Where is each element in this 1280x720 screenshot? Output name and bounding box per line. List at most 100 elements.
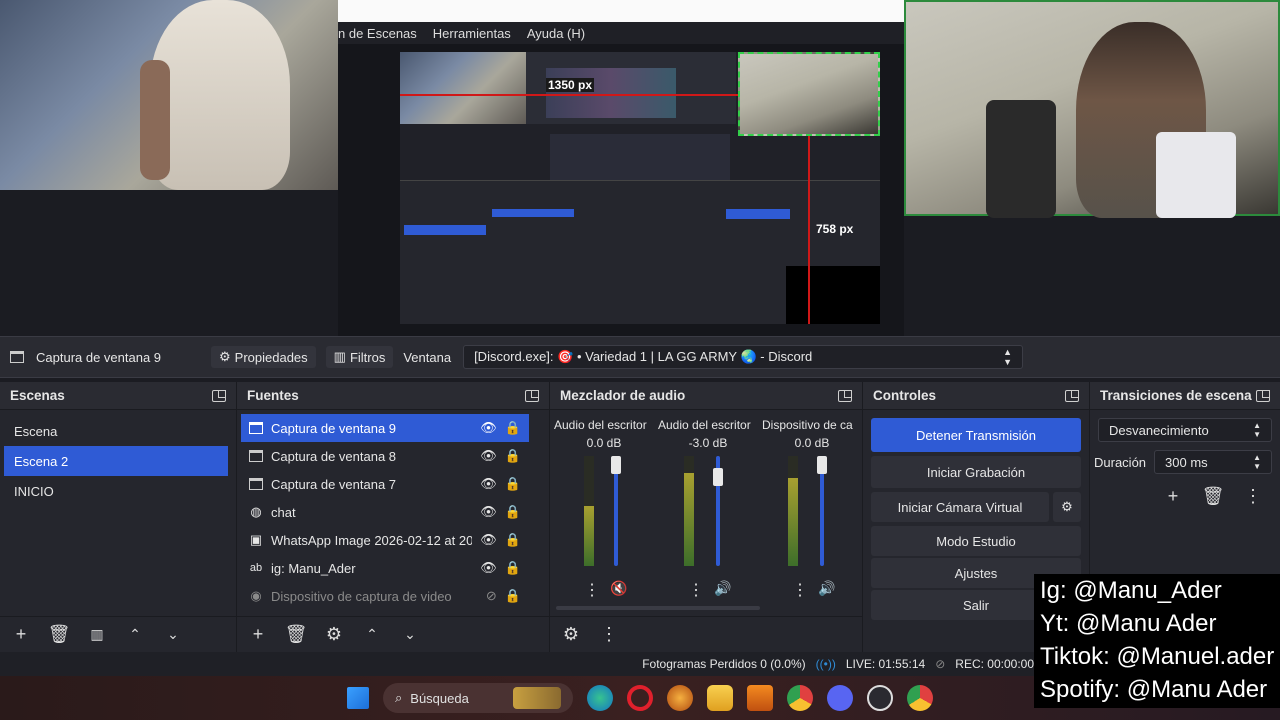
windows-start-icon[interactable] [347, 687, 369, 709]
gear-icon: ⚙ [219, 349, 231, 364]
discord-icon[interactable] [827, 685, 853, 711]
kebab-icon[interactable]: ⋮ [792, 580, 808, 600]
source-item[interactable]: ab ig: Manu_Ader 👁 🔒 [241, 554, 529, 582]
menu-help[interactable]: Ayuda (H) [527, 26, 585, 41]
chrome-profile-icon[interactable] [907, 685, 933, 711]
trash-icon[interactable]: 🗑 [1200, 484, 1226, 508]
eye-icon[interactable]: 👁 [480, 476, 497, 492]
text-icon: ab [249, 562, 263, 574]
filters-button[interactable]: ▥ Filtros [325, 346, 394, 368]
mixer-channel: Audio del escritor 0.0 dB ⋮ 🔇 [554, 418, 654, 618]
gear-icon[interactable]: ⚙ [558, 623, 584, 647]
file-explorer-icon[interactable] [707, 685, 733, 711]
chrome-icon[interactable] [787, 685, 813, 711]
chevron-up-icon[interactable]: ⌃ [359, 623, 385, 647]
kebab-icon[interactable]: ⋮ [584, 580, 600, 600]
source-item[interactable]: ◍ chat 👁 🔒 [241, 498, 529, 526]
chevron-down-icon[interactable]: ⌄ [160, 623, 186, 647]
source-item-hidden[interactable]: ◉ Dispositivo de captura de video ⊘ 🔒 [241, 582, 529, 610]
eye-hidden-icon[interactable]: ⊘ [486, 588, 497, 604]
undock-icon[interactable] [1065, 389, 1079, 402]
lock-icon[interactable]: 🔒 [505, 448, 521, 464]
add-icon[interactable]: + [1160, 484, 1186, 508]
channel-name: Audio del escritor [554, 418, 647, 432]
lock-icon[interactable]: 🔒 [505, 532, 521, 548]
lock-icon[interactable]: 🔒 [505, 560, 521, 576]
filter-icon: ▥ [333, 349, 346, 364]
lock-icon[interactable]: 🔒 [505, 504, 521, 520]
kebab-icon[interactable]: ⋮ [1240, 484, 1266, 508]
add-icon[interactable]: + [8, 623, 34, 647]
window-select[interactable]: [Discord.exe]: 🎯 • Variedad 1 | LA GG AR… [463, 345, 1024, 369]
eye-icon[interactable]: 👁 [480, 560, 497, 576]
scene-item-selected[interactable]: Escena 2 [4, 446, 228, 476]
lock-icon[interactable]: 🔒 [505, 476, 521, 492]
opera-icon[interactable] [627, 685, 653, 711]
volume-slider[interactable] [713, 456, 723, 566]
undock-icon[interactable] [525, 389, 539, 402]
scenes-dock: Escenas Escena Escena 2 INICIO + 🗑 ▥ ⌃ ⌄ [0, 382, 237, 652]
start-recording-button[interactable]: Iniciar Grabación [871, 456, 1081, 488]
trash-icon[interactable]: 🗑 [46, 623, 72, 647]
source-item[interactable]: ▣ WhatsApp Image 2026-02-12 at 20.1! 👁 🔒 [241, 526, 529, 554]
scenes-footer: + 🗑 ▥ ⌃ ⌄ [0, 616, 236, 652]
search-icon: ⌕ [395, 690, 403, 705]
chevron-up-icon[interactable]: ⌃ [122, 623, 148, 647]
eye-icon[interactable]: 👁 [480, 532, 497, 548]
lock-icon[interactable]: 🔒 [505, 588, 521, 604]
selected-webcam-source[interactable] [738, 52, 880, 136]
chevron-down-icon[interactable]: ⌄ [397, 623, 423, 647]
rec-timer: REC: 00:00:00 [955, 657, 1034, 671]
mixer-channel: Audio del escritor -3.0 dB ⋮ 🔊 [658, 418, 758, 618]
menu-scene-collection[interactable]: n de Escenas [338, 26, 417, 41]
scene-item[interactable]: Escena [4, 416, 232, 446]
speaker-icon[interactable]: 🔊 [818, 580, 835, 597]
source-item[interactable]: Captura de ventana 7 👁 🔒 [241, 470, 529, 498]
trash-icon[interactable]: 🗑 [283, 623, 309, 647]
properties-label: Propiedades [234, 349, 308, 365]
eye-icon[interactable]: 👁 [480, 448, 497, 464]
window-field-label: Ventana [403, 349, 452, 365]
fl-studio-icon[interactable] [747, 685, 773, 711]
properties-button[interactable]: ⚙ Propiedades [211, 346, 316, 368]
gear-icon[interactable]: ⚙ [321, 623, 347, 647]
source-toolbar: Captura de ventana 9 ⚙ Propiedades ▥ Fil… [0, 336, 1280, 378]
eye-icon[interactable]: 👁 [480, 504, 497, 520]
speaker-muted-icon[interactable]: 🔇 [610, 580, 627, 597]
edge-icon[interactable] [587, 685, 613, 711]
undock-icon[interactable] [212, 389, 226, 402]
source-name: Dispositivo de captura de video [271, 588, 452, 604]
kebab-icon[interactable]: ⋮ [596, 623, 622, 647]
start-virtual-cam-button[interactable]: Iniciar Cámara Virtual [871, 492, 1049, 522]
brave-icon[interactable] [667, 685, 693, 711]
duration-spinbox[interactable]: 300 ms ▲ ▼ [1154, 450, 1272, 474]
kebab-icon[interactable]: ⋮ [688, 580, 704, 600]
source-name: Captura de ventana 8 [271, 448, 397, 464]
add-icon[interactable]: + [245, 623, 271, 647]
eye-icon[interactable]: 👁 [480, 420, 497, 436]
virtual-cam-settings-button[interactable]: ⚙ [1053, 492, 1081, 522]
undock-icon[interactable] [1256, 389, 1270, 402]
studio-mode-button[interactable]: Modo Estudio [871, 526, 1081, 556]
preview-canvas[interactable]: n de Escenas Herramientas Ayuda (H) 1350… [338, 0, 904, 336]
lock-icon[interactable]: 🔒 [505, 420, 521, 436]
source-item[interactable]: Captura de ventana 8 👁 🔒 [241, 442, 529, 470]
mixer-scrollbar[interactable] [556, 606, 760, 610]
sources-title: Fuentes [247, 388, 299, 403]
volume-slider[interactable] [611, 456, 621, 566]
chair [986, 100, 1056, 218]
filter-icon[interactable]: ▥ [84, 623, 110, 647]
rec-icon: ⊘ [935, 657, 946, 671]
undock-icon[interactable] [838, 389, 852, 402]
source-name: Captura de ventana 7 [271, 476, 397, 492]
obs-icon[interactable] [867, 685, 893, 711]
source-item-selected[interactable]: Captura de ventana 9 👁 🔒 [241, 414, 529, 442]
level-meter [684, 456, 694, 566]
scene-item[interactable]: INICIO [4, 476, 232, 506]
stop-stream-button[interactable]: Detener Transmisión [871, 418, 1081, 452]
menu-tools[interactable]: Herramientas [433, 26, 511, 41]
transition-select[interactable]: Desvanecimiento ▲ ▼ [1098, 418, 1272, 442]
speaker-icon[interactable]: 🔊 [714, 580, 731, 597]
search-box[interactable]: ⌕ Búsqueda [383, 683, 573, 713]
volume-slider[interactable] [817, 456, 827, 566]
